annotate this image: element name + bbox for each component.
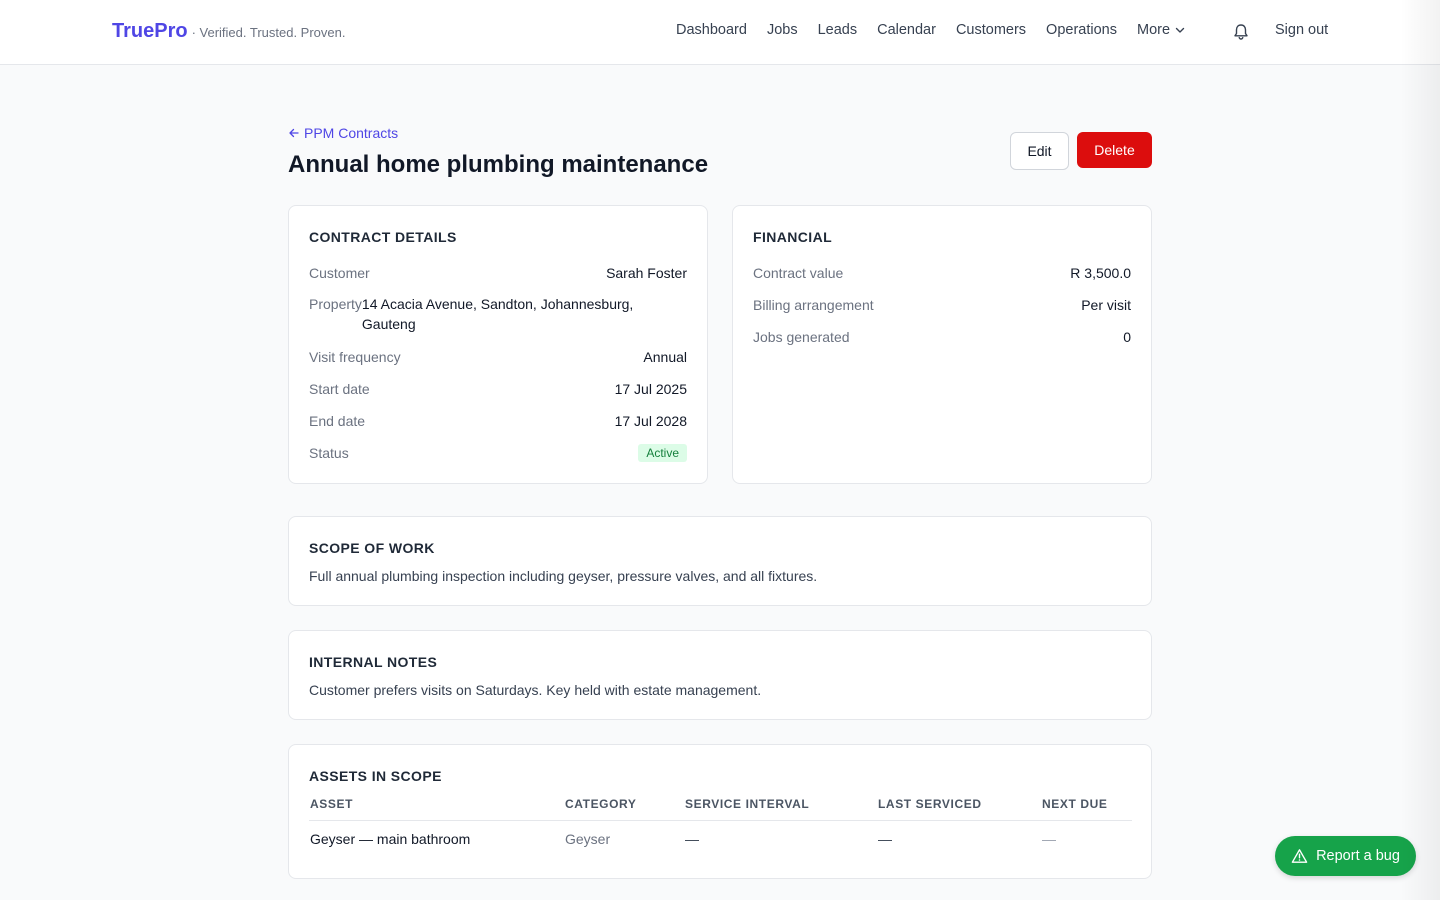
- warning-triangle-icon: [1291, 849, 1308, 863]
- detail-value: 14 Acacia Avenue, Sandton, Johannesburg,…: [361, 296, 634, 332]
- back-to-ppm-contracts-link[interactable]: PPM Contracts: [288, 125, 398, 141]
- table-row[interactable]: Geyser — main bathroom Geyser — — —: [309, 821, 1132, 847]
- financial-value: Per visit: [1081, 297, 1131, 313]
- nav-dashboard[interactable]: Dashboard: [676, 22, 747, 38]
- nav-leads[interactable]: Leads: [818, 22, 858, 38]
- page-title: Annual home plumbing maintenance: [288, 151, 709, 178]
- asset-interval-cell: —: [685, 831, 699, 847]
- detail-row-customer: Customer Sarah Foster: [309, 265, 687, 281]
- detail-label: Status: [309, 445, 349, 461]
- detail-row-visit-frequency: Visit frequency Annual: [309, 349, 687, 365]
- nav-more-label: More: [1136, 22, 1171, 38]
- report-bug-button[interactable]: Report a bug: [1275, 836, 1416, 876]
- sign-out-link[interactable]: Sign out: [1275, 22, 1328, 38]
- asset-next-due-cell: —: [1042, 831, 1056, 847]
- detail-value: Sarah Foster: [606, 265, 687, 281]
- notes-title: Internal notes: [309, 654, 438, 670]
- financial-card: Financial Contract value R 3,500.0 Billi…: [732, 205, 1152, 484]
- column-header-next-due: Next due: [1041, 797, 1132, 821]
- detail-label: Start date: [309, 381, 370, 397]
- column-header-service-interval: Service interval: [684, 797, 877, 821]
- chevron-down-icon: [1175, 27, 1185, 33]
- financial-row-contract-value: Contract value R 3,500.0: [753, 265, 1131, 281]
- financial-label: Billing arrangement: [753, 297, 874, 313]
- detail-row-start-date: Start date 17 Jul 2025: [309, 381, 687, 397]
- financial-value: 0: [1123, 329, 1131, 345]
- detail-value: 17 Jul 2025: [614, 381, 687, 397]
- brand-tagline: · Verified. Trusted. Proven.: [191, 25, 346, 40]
- financial-title: Financial: [753, 229, 833, 245]
- asset-name-cell: Geyser — main bathroom: [310, 831, 471, 847]
- detail-label: Property: [309, 296, 362, 312]
- nav-customers[interactable]: Customers: [956, 22, 1026, 38]
- detail-value: 17 Jul 2028: [614, 413, 687, 429]
- detail-label: Customer: [309, 265, 370, 281]
- page-edge-shadow: [1400, 0, 1440, 900]
- scope-of-work-card: Scope of work Full annual plumbing inspe…: [288, 516, 1152, 606]
- financial-row-billing: Billing arrangement Per visit: [753, 297, 1131, 313]
- financial-label: Jobs generated: [753, 329, 850, 345]
- main-nav: Dashboard Jobs Leads Calendar Customers …: [676, 22, 1186, 38]
- brand[interactable]: TruePro · Verified. Trusted. Proven.: [112, 20, 345, 43]
- nav-more-dropdown[interactable]: More: [1137, 22, 1186, 38]
- contract-details-title: Contract details: [309, 229, 457, 245]
- detail-row-status: Status Active: [309, 444, 687, 462]
- edit-button[interactable]: Edit: [1010, 132, 1069, 170]
- column-header-asset: Asset: [309, 797, 564, 821]
- contract-details-card: Contract details Customer Sarah Foster P…: [288, 205, 708, 484]
- asset-last-serviced-cell: —: [878, 831, 892, 847]
- asset-category-cell: Geyser: [565, 831, 611, 847]
- column-header-last-serviced: Last serviced: [877, 797, 1041, 821]
- financial-value: R 3,500.0: [1070, 265, 1131, 281]
- bell-icon[interactable]: [1231, 22, 1251, 42]
- detail-row-end-date: End date 17 Jul 2028: [309, 413, 687, 429]
- nav-operations[interactable]: Operations: [1046, 22, 1117, 38]
- delete-button[interactable]: Delete: [1077, 132, 1152, 168]
- nav-calendar[interactable]: Calendar: [877, 22, 936, 38]
- report-bug-label: Report a bug: [1316, 848, 1400, 864]
- scope-text: Full annual plumbing inspection includin…: [309, 568, 818, 584]
- notes-text: Customer prefers visits on Saturdays. Ke…: [309, 682, 762, 698]
- assets-title: Assets in scope: [309, 768, 442, 784]
- top-navbar: TruePro · Verified. Trusted. Proven. Das…: [0, 0, 1440, 65]
- financial-label: Contract value: [753, 265, 844, 281]
- arrow-left-icon: [289, 128, 299, 138]
- nav-jobs[interactable]: Jobs: [767, 22, 798, 38]
- back-link-label: PPM Contracts: [304, 125, 399, 141]
- scope-title: Scope of work: [309, 540, 435, 556]
- internal-notes-card: Internal notes Customer prefers visits o…: [288, 630, 1152, 720]
- detail-label: Visit frequency: [309, 349, 401, 365]
- detail-row-property: Property 14 Acacia Avenue, Sandton, Joha…: [309, 294, 687, 334]
- assets-table: Asset Category Service interval Last ser…: [309, 797, 1132, 847]
- detail-value: Annual: [643, 349, 687, 365]
- brand-logo-text[interactable]: TruePro: [112, 20, 188, 43]
- assets-table-header: Asset Category Service interval Last ser…: [309, 797, 1132, 821]
- detail-label: End date: [309, 413, 366, 429]
- assets-in-scope-card: Assets in scope Asset Category Service i…: [288, 744, 1152, 879]
- financial-row-jobs-generated: Jobs generated 0: [753, 329, 1131, 345]
- column-header-category: Category: [564, 797, 684, 821]
- status-badge: Active: [638, 444, 687, 462]
